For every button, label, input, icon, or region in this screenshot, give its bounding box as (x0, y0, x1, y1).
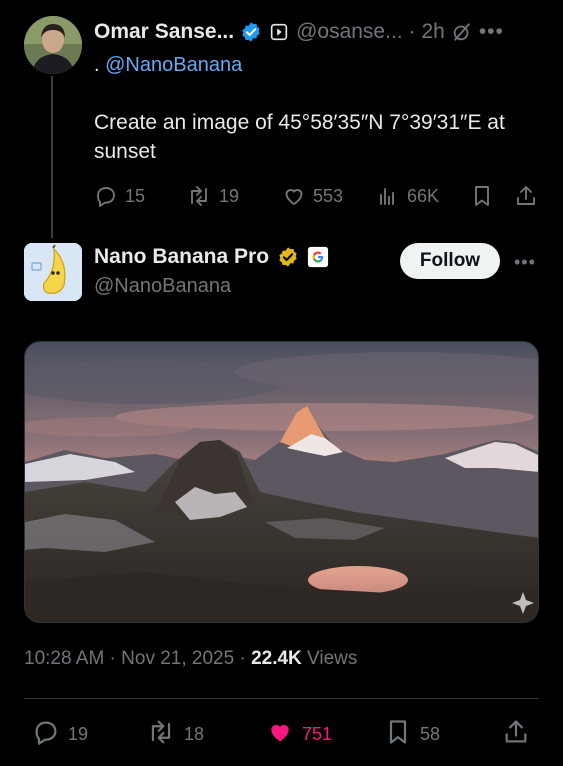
reply-count: 15 (125, 185, 146, 206)
repost-icon (186, 184, 212, 208)
reply-count: 19 (68, 724, 89, 744)
main-tweet-author: Nano Banana Pro (94, 245, 329, 269)
repost-count: 19 (219, 185, 240, 206)
views-label: Views (301, 648, 358, 669)
tweet-meta: 10:28 AM · Nov 21, 2025 · 22.4K Views (24, 648, 357, 670)
repost-button[interactable]: 19 (186, 184, 239, 208)
share-button[interactable] (502, 718, 530, 751)
views-count: 22.4K (251, 648, 302, 669)
reply-icon (94, 184, 118, 208)
main-tweet-actions: 19 18 751 58 (24, 716, 539, 750)
reply-context: . @NanoBanana (94, 54, 242, 77)
grok-icon[interactable] (451, 21, 473, 43)
like-icon (266, 718, 294, 751)
author-name[interactable]: Nano Banana Pro (94, 245, 269, 269)
author-handle[interactable]: @osanse... (296, 20, 403, 44)
reply-button[interactable]: 19 (32, 718, 88, 751)
views-icon (376, 184, 400, 208)
share-icon (514, 184, 538, 208)
tweet-image[interactable] (24, 341, 539, 623)
like-icon (282, 184, 306, 208)
views-count: 66K (407, 185, 440, 206)
verified-badge-icon (277, 246, 299, 268)
repost-count: 18 (184, 724, 205, 744)
google-icon (307, 246, 329, 268)
follow-button[interactable]: Follow (400, 243, 500, 279)
verified-badge-icon (240, 21, 262, 43)
divider (24, 698, 539, 699)
like-button[interactable]: 751 (266, 718, 332, 751)
like-count: 553 (313, 185, 344, 206)
share-button[interactable] (514, 184, 538, 208)
avatar[interactable] (24, 16, 82, 74)
author-name[interactable]: Omar Sanse... (94, 20, 234, 44)
post-time[interactable]: · 2h (409, 20, 445, 44)
reply-tweet-header: Omar Sanse... @osanse... · 2h ••• (94, 18, 544, 46)
share-icon (502, 718, 530, 751)
reply-icon (32, 718, 60, 751)
thread-connector-line (51, 76, 53, 238)
bookmark-icon (384, 718, 412, 751)
more-icon[interactable]: ••• (479, 20, 504, 44)
reply-prefix: . (94, 54, 100, 76)
tweet-text: Create an image of 45°58′35″N 7°39′31″E … (94, 111, 505, 163)
repost-icon (146, 718, 176, 751)
mention-link[interactable]: @NanoBanana (105, 54, 242, 76)
bookmark-button[interactable] (470, 184, 494, 208)
more-icon[interactable]: ••• (514, 252, 536, 273)
views-button[interactable]: 66K (376, 184, 439, 208)
bookmark-count: 58 (420, 724, 441, 744)
reply-tweet-actions: 15 19 553 66K (94, 182, 539, 212)
post-timestamp[interactable]: 10:28 AM · Nov 21, 2025 · (24, 648, 251, 669)
like-count: 751 (302, 724, 333, 744)
like-button[interactable]: 553 (282, 184, 343, 208)
author-handle[interactable]: @NanoBanana (94, 275, 231, 298)
subscribe-icon[interactable] (268, 21, 290, 43)
bookmark-icon (470, 184, 494, 208)
avatar[interactable] (24, 243, 82, 301)
reply-button[interactable]: 15 (94, 184, 145, 208)
bookmark-button[interactable]: 58 (384, 718, 440, 751)
repost-button[interactable]: 18 (146, 718, 204, 751)
